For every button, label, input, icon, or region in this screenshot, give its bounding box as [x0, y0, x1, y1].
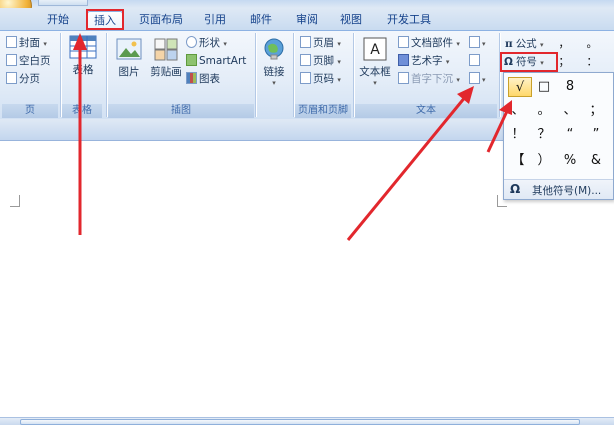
annotation-arrowhead	[457, 86, 474, 104]
annotation-arrowhead	[73, 33, 87, 50]
annotation-arrow-symbol	[346, 95, 468, 241]
annotation-arrow-dropdown	[486, 108, 510, 153]
annotation-arrows	[73, 33, 512, 241]
